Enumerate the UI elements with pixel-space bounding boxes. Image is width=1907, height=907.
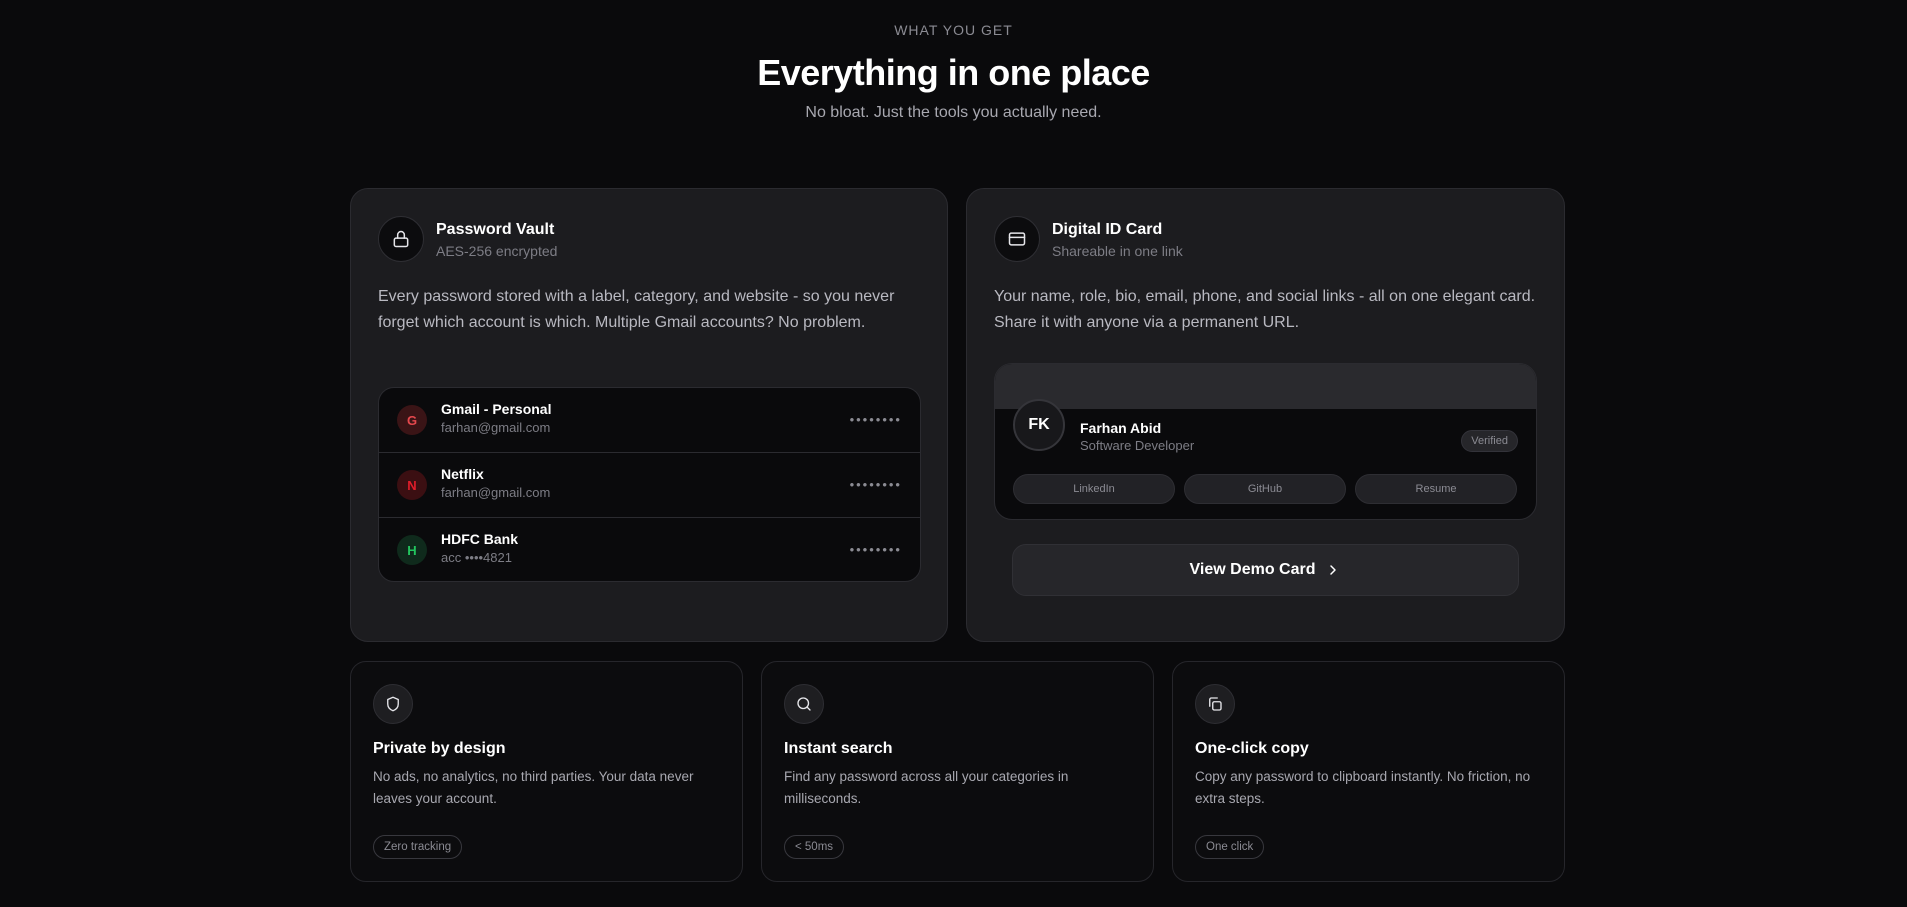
password-list: G Gmail - Personal farhan@gmail.com ••••…	[378, 387, 921, 582]
card-subtitle: AES-256 encrypted	[436, 243, 558, 259]
feature-description: Find any password across all your catego…	[784, 769, 1069, 806]
card-title: Password Vault	[436, 221, 555, 238]
lock-icon	[378, 216, 424, 262]
card-subtitle: Shareable in one link	[1052, 243, 1183, 259]
card-description: Your name, role, bio, email, phone, and …	[994, 288, 1536, 331]
password-vault-card: Password Vault AES-256 encrypted Every p…	[350, 188, 948, 642]
entry-name: HDFC Bank	[441, 531, 519, 547]
verified-badge: Verified	[1461, 430, 1518, 452]
github-link[interactable]: GitHub	[1184, 474, 1346, 504]
section-subtitle: No bloat. Just the tools you actually ne…	[805, 104, 1102, 121]
feature-card-copy: One-click copy Copy any password to clip…	[1172, 661, 1565, 882]
feature-tag: Zero tracking	[373, 835, 463, 859]
feature-title: One-click copy	[1195, 740, 1309, 757]
password-entry[interactable]: H HDFC Bank acc ••••4821 ••••••••	[379, 517, 920, 581]
password-entry[interactable]: G Gmail - Personal farhan@gmail.com ••••…	[379, 388, 920, 452]
resume-link[interactable]: Resume	[1355, 474, 1517, 504]
masked-password: ••••••••	[849, 477, 902, 492]
section-title: Everything in one place	[757, 52, 1150, 93]
entry-detail: farhan@gmail.com	[441, 485, 551, 500]
entry-detail: farhan@gmail.com	[441, 420, 551, 435]
entry-name: Netflix	[441, 466, 484, 482]
copy-icon	[1195, 684, 1235, 724]
masked-password: ••••••••	[849, 542, 902, 557]
feature-description: Copy any password to clipboard instantly…	[1195, 769, 1531, 806]
feature-title: Instant search	[784, 740, 893, 757]
feature-card-search: Instant search Find any password across …	[761, 661, 1154, 882]
feature-tag: < 50ms	[784, 835, 845, 859]
entry-name: Gmail - Personal	[441, 401, 552, 417]
entry-avatar: G	[397, 405, 427, 435]
masked-password: ••••••••	[849, 412, 902, 427]
digital-id-card-panel: Digital ID Card Shareable in one link Yo…	[966, 188, 1565, 642]
profile-name: Farhan Abid	[1080, 420, 1162, 436]
card-title: Digital ID Card	[1052, 221, 1163, 238]
feature-card-private: Private by design No ads, no analytics, …	[350, 661, 743, 882]
linkedin-link[interactable]: LinkedIn	[1013, 474, 1175, 504]
entry-detail: acc ••••4821	[441, 550, 512, 565]
view-demo-card-button[interactable]: View Demo Card	[1012, 544, 1519, 596]
section-eyebrow: WHAT YOU GET	[894, 22, 1013, 38]
card-description: Every password stored with a label, cate…	[378, 288, 895, 331]
id-card-preview: FK Farhan Abid Software Developer Verifi…	[994, 363, 1537, 520]
feature-description: No ads, no analytics, no third parties. …	[373, 769, 694, 806]
search-icon	[784, 684, 824, 724]
button-label: View Demo Card	[1189, 561, 1316, 578]
feature-tag: One click	[1195, 835, 1265, 859]
shield-icon	[373, 684, 413, 724]
profile-role: Software Developer	[1080, 438, 1195, 453]
avatar: FK	[1013, 399, 1065, 451]
id-card-banner	[995, 364, 1536, 409]
chevron-right-icon	[1325, 562, 1341, 578]
entry-avatar: H	[397, 535, 427, 565]
password-entry[interactable]: N Netflix farhan@gmail.com ••••••••	[379, 452, 920, 516]
feature-title: Private by design	[373, 740, 506, 757]
entry-avatar: N	[397, 470, 427, 500]
credit-card-icon	[994, 216, 1040, 262]
